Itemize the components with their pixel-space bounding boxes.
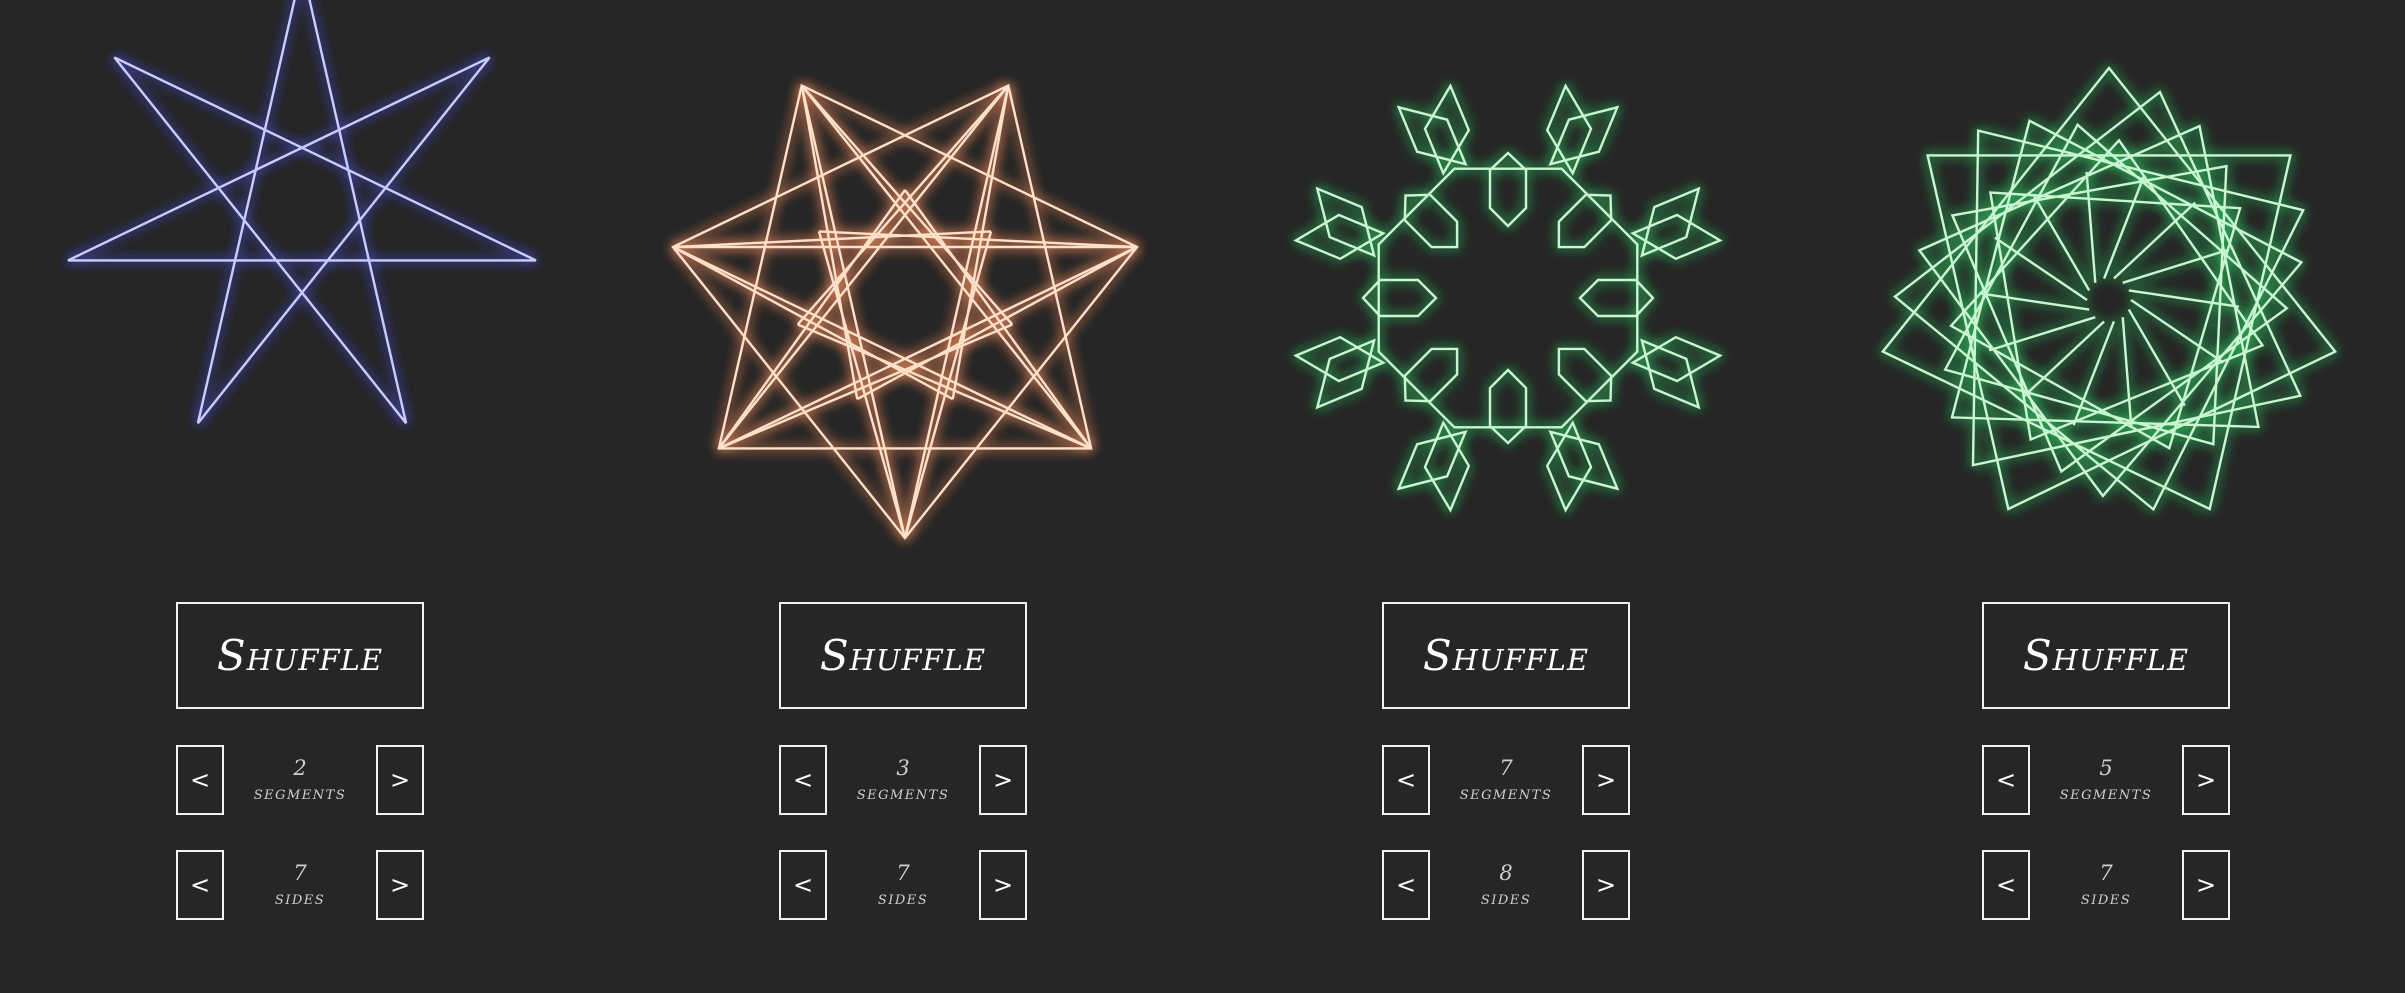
segments-increment-button[interactable]: > bbox=[2182, 745, 2230, 815]
rosette-inner-arrow bbox=[1578, 278, 1655, 318]
heptagram-star-icon bbox=[67, 0, 537, 424]
sides-value: 7 bbox=[896, 861, 910, 885]
mandala-spoke bbox=[2102, 174, 2146, 279]
star-outline-3 bbox=[672, 84, 1138, 539]
rosette-inner-arrow bbox=[1403, 193, 1459, 249]
sides-increment-button[interactable]: > bbox=[2182, 850, 2230, 920]
facet-line bbox=[903, 231, 993, 539]
star-outline-2 bbox=[671, 83, 1139, 540]
rosette-inner-arrow bbox=[1557, 193, 1613, 249]
segments-decrement-button[interactable]: < bbox=[176, 745, 224, 815]
segments-control: <2 segments > bbox=[176, 745, 424, 815]
sides-readout: 7 sides bbox=[2030, 850, 2182, 920]
rosette-inner-arrow bbox=[1488, 368, 1528, 445]
sides-label: sides bbox=[1480, 887, 1532, 909]
shuffle-button[interactable]: Shuffle bbox=[1982, 602, 2230, 709]
sides-decrement-button[interactable]: < bbox=[1382, 850, 1430, 920]
facet-line bbox=[800, 85, 859, 400]
facet-line bbox=[672, 245, 954, 401]
sides-decrement-button[interactable]: < bbox=[1982, 850, 2030, 920]
segments-increment-button[interactable]: > bbox=[979, 745, 1027, 815]
segments-readout: 2 segments bbox=[224, 745, 376, 815]
rosette-inner-arrow bbox=[1557, 347, 1613, 403]
sides-value: 8 bbox=[1499, 861, 1513, 885]
sides-decrement-button[interactable]: < bbox=[176, 850, 224, 920]
sides-increment-button[interactable]: > bbox=[1582, 850, 1630, 920]
segments-readout: 5 segments bbox=[2030, 745, 2182, 815]
mandala-spoke bbox=[1978, 292, 2090, 311]
mandala-spoke bbox=[2127, 308, 2186, 407]
mandala-spoke bbox=[2072, 321, 2116, 426]
segments-value: 3 bbox=[896, 756, 910, 780]
segments-readout: 7 segments bbox=[1430, 745, 1582, 815]
sides-decrement-button[interactable]: < bbox=[779, 850, 827, 920]
mandala-spoke bbox=[1994, 236, 2088, 301]
shuffle-button[interactable]: Shuffle bbox=[779, 602, 1027, 709]
segments-increment-button[interactable]: > bbox=[1582, 745, 1630, 815]
facet-line bbox=[817, 231, 907, 539]
rosette-blade bbox=[1315, 186, 1376, 258]
generator-panel-1: Shuffle <2 segments > <7 sides > bbox=[0, 0, 600, 993]
rosette-octagon bbox=[1377, 167, 1639, 429]
mandala-spoke bbox=[2113, 201, 2196, 280]
sides-increment-button[interactable]: > bbox=[979, 850, 1027, 920]
segments-label: segments bbox=[1459, 782, 1553, 804]
sides-control: <8 sides > bbox=[1382, 850, 1630, 920]
sides-label: sides bbox=[274, 887, 326, 909]
generator-panel-3: Shuffle <7 segments > <8 sides > bbox=[1206, 0, 1806, 993]
segments-value: 2 bbox=[293, 756, 307, 780]
mandala-spoke bbox=[2032, 193, 2091, 292]
segments-control: <7 segments > bbox=[1382, 745, 1630, 815]
shuffle-button[interactable]: Shuffle bbox=[1382, 602, 1630, 709]
octagonal-rosette-icon bbox=[1293, 83, 1723, 513]
segments-label: segments bbox=[253, 782, 347, 804]
segments-decrement-button[interactable]: < bbox=[779, 745, 827, 815]
rosette-inner-arrow bbox=[1403, 347, 1459, 403]
segments-readout: 3 segments bbox=[827, 745, 979, 815]
sides-increment-button[interactable]: > bbox=[376, 850, 424, 920]
sides-readout: 7 sides bbox=[827, 850, 979, 920]
segments-label: segments bbox=[856, 782, 950, 804]
rosette-blade bbox=[1548, 105, 1620, 166]
sides-label: sides bbox=[2080, 887, 2132, 909]
mandala-spoke bbox=[2085, 171, 2097, 283]
segments-increment-button[interactable]: > bbox=[376, 745, 424, 815]
generator-panel-4: Shuffle <5 segments > <7 sides > bbox=[1806, 0, 2405, 993]
facet-line bbox=[856, 245, 1138, 401]
rosette-inner-arrow bbox=[1361, 278, 1438, 318]
sides-readout: 8 sides bbox=[1430, 850, 1582, 920]
segments-value: 7 bbox=[1499, 756, 1513, 780]
sides-control: <7 sides > bbox=[779, 850, 1027, 920]
sides-control: <7 sides > bbox=[1982, 850, 2230, 920]
segments-decrement-button[interactable]: < bbox=[1982, 745, 2030, 815]
rosette-blade bbox=[1396, 430, 1468, 491]
mandala-spoke bbox=[2121, 317, 2133, 429]
sides-value: 7 bbox=[293, 861, 307, 885]
facet-line bbox=[951, 85, 1010, 400]
faceted-star-icon bbox=[671, 83, 1139, 540]
segments-decrement-button[interactable]: < bbox=[1382, 745, 1430, 815]
rosette-blade bbox=[1396, 105, 1468, 166]
mandala-spoke bbox=[2128, 289, 2240, 308]
sides-readout: 7 sides bbox=[224, 850, 376, 920]
rosette-blade bbox=[1640, 338, 1701, 410]
heptagram-star-shape bbox=[67, 0, 537, 424]
mandala-spoke bbox=[2022, 320, 2105, 399]
mandala-layer bbox=[1880, 66, 2338, 511]
segments-control: <3 segments > bbox=[779, 745, 1027, 815]
segments-control: <5 segments > bbox=[1982, 745, 2230, 815]
layered-polygon-mandala-icon bbox=[1880, 66, 2338, 512]
shuffle-button[interactable]: Shuffle bbox=[176, 602, 424, 709]
sides-value: 7 bbox=[2099, 861, 2113, 885]
segments-label: segments bbox=[2059, 782, 2153, 804]
sides-control: <7 sides > bbox=[176, 850, 424, 920]
rosette-inner-arrow bbox=[1488, 151, 1528, 228]
segments-value: 5 bbox=[2099, 756, 2113, 780]
generator-panel-2: Shuffle <3 segments > <7 sides > bbox=[603, 0, 1203, 993]
sides-label: sides bbox=[877, 887, 929, 909]
